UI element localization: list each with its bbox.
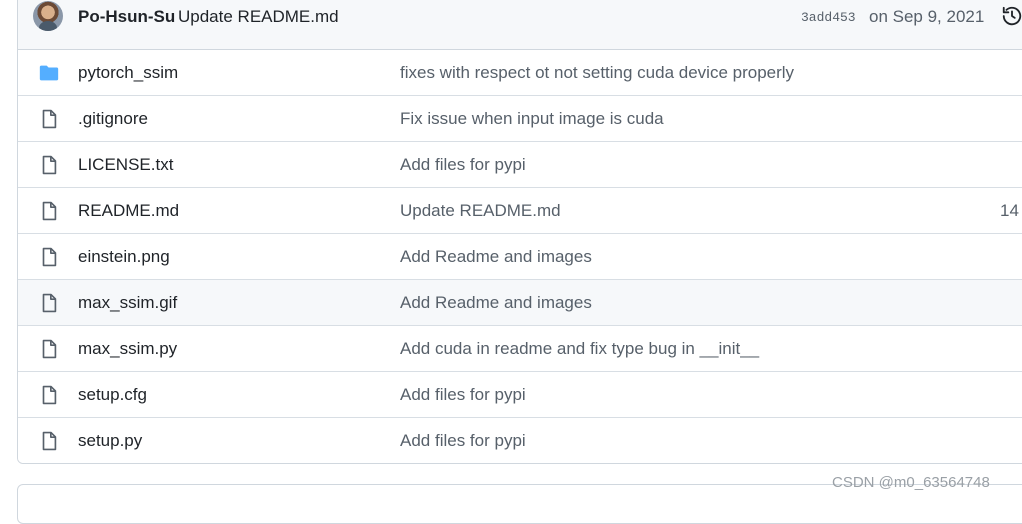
file-row[interactable]: einstein.png Add Readme and images: [18, 234, 1022, 280]
folder-icon: [38, 62, 60, 84]
file-commit-message-link[interactable]: Add cuda in readme and fix type bug in _…: [400, 339, 759, 359]
file-row[interactable]: setup.py Add files for pypi: [18, 418, 1022, 463]
file-browser-box: Po-Hsun-Su Update README.md 3add453 on S…: [17, 0, 1022, 464]
file-icon: [38, 108, 60, 130]
latest-commit-header: Po-Hsun-Su Update README.md 3add453 on S…: [18, 0, 1022, 50]
file-name-link[interactable]: pytorch_ssim: [78, 63, 178, 83]
file-row[interactable]: LICENSE.txt Add files for pypi: [18, 142, 1022, 188]
commit-sha-link[interactable]: 3add453: [801, 10, 856, 25]
file-icon: [38, 384, 60, 406]
file-row[interactable]: README.md Update README.md 14: [18, 188, 1022, 234]
file-icon: [38, 154, 60, 176]
file-commit-age: 14: [1000, 201, 1019, 220]
file-commit-message-link[interactable]: Update README.md: [400, 201, 561, 221]
file-name-link[interactable]: .gitignore: [78, 109, 148, 129]
file-name-link[interactable]: LICENSE.txt: [78, 155, 173, 175]
file-commit-message-link[interactable]: Add files for pypi: [400, 155, 526, 175]
file-name-link[interactable]: max_ssim.gif: [78, 293, 177, 313]
file-commit-message-link[interactable]: Add files for pypi: [400, 385, 526, 405]
file-commit-message-link[interactable]: Fix issue when input image is cuda: [400, 109, 664, 129]
file-row[interactable]: setup.cfg Add files for pypi: [18, 372, 1022, 418]
file-icon: [38, 200, 60, 222]
file-row[interactable]: .gitignore Fix issue when input image is…: [18, 96, 1022, 142]
file-row[interactable]: max_ssim.py Add cuda in readme and fix t…: [18, 326, 1022, 372]
file-name-link[interactable]: setup.py: [78, 431, 142, 451]
file-row[interactable]: pytorch_ssim fixes with respect ot not s…: [18, 50, 1022, 96]
history-icon[interactable]: [1001, 5, 1022, 27]
commit-message-link[interactable]: Update README.md: [178, 7, 339, 27]
csdn-watermark: CSDN @m0_63564748: [832, 474, 990, 491]
file-list: pytorch_ssim fixes with respect ot not s…: [18, 50, 1022, 463]
file-commit-message-link[interactable]: Add Readme and images: [400, 247, 592, 267]
file-commit-message-link[interactable]: Add files for pypi: [400, 431, 526, 451]
file-commit-message-link[interactable]: fixes with respect ot not setting cuda d…: [400, 63, 794, 83]
file-icon: [38, 430, 60, 452]
file-row[interactable]: max_ssim.gif Add Readme and images: [18, 280, 1022, 326]
author-avatar[interactable]: [33, 1, 63, 31]
commit-date: on Sep 9, 2021: [869, 7, 985, 26]
file-icon: [38, 338, 60, 360]
file-name-link[interactable]: setup.cfg: [78, 385, 147, 405]
file-name-link[interactable]: README.md: [78, 201, 179, 221]
commit-author-link[interactable]: Po-Hsun-Su: [78, 7, 175, 27]
file-commit-message-link[interactable]: Add Readme and images: [400, 293, 592, 313]
file-name-link[interactable]: einstein.png: [78, 247, 170, 267]
file-icon: [38, 292, 60, 314]
file-name-link[interactable]: max_ssim.py: [78, 339, 177, 359]
file-icon: [38, 246, 60, 268]
